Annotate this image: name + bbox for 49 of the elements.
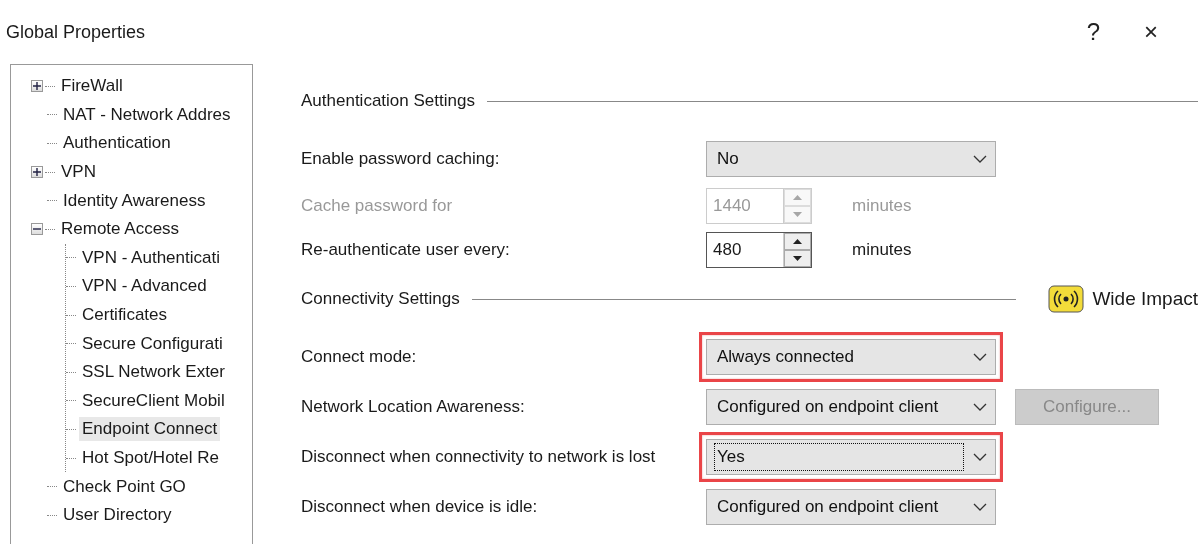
field-label: Connect mode: — [301, 346, 418, 369]
spin-down-button[interactable] — [784, 250, 811, 267]
field-label: Disconnect when connectivity to network is lost — [301, 446, 657, 469]
tree-item[interactable]: Authentication — [60, 131, 174, 156]
tree-folder[interactable]: FireWall — [58, 74, 126, 99]
tree-folder[interactable]: VPN — [58, 160, 99, 185]
tree-item[interactable]: Check Point GO — [60, 474, 189, 499]
unit-label: minutes — [852, 195, 912, 218]
window-title: Global Properties — [6, 20, 146, 44]
field-label: Cache password for — [301, 195, 454, 218]
down-arrow-icon — [793, 256, 802, 261]
tree-item[interactable]: Identity Awareness — [60, 188, 209, 213]
tree-item[interactable]: Hot Spot/Hotel Re — [79, 446, 222, 470]
field-label: Re-authenticate user every: — [301, 239, 511, 262]
tree-item[interactable]: SSL Network Exter — [79, 360, 228, 385]
chevron-icon — [973, 403, 987, 411]
tree-item[interactable]: Certificates — [79, 303, 171, 328]
tree-folder[interactable]: Remote Access — [58, 217, 183, 242]
section-title: Connectivity Settings — [301, 288, 460, 311]
spin-up-button[interactable] — [784, 233, 811, 250]
spinner-field[interactable]: 480 — [706, 232, 812, 268]
tree-item[interactable]: Secure Configurati — [79, 331, 226, 356]
up-arrow-icon — [793, 195, 802, 200]
chevron-icon — [973, 503, 987, 511]
expand-icon[interactable] — [31, 80, 43, 93]
tree-item[interactable]: User Directory — [60, 503, 175, 528]
collapse-icon[interactable] — [31, 223, 43, 236]
down-arrow-icon — [793, 212, 802, 217]
up-arrow-icon — [793, 239, 802, 244]
dropdown[interactable]: Always connected — [699, 332, 1003, 382]
chevron-icon — [973, 453, 987, 461]
unit-label: minutes — [852, 239, 912, 262]
tree-item[interactable]: Endpoint Connect — [79, 417, 221, 442]
tree-item[interactable]: VPN - Advanced — [79, 274, 210, 299]
field-label: Enable password caching: — [301, 148, 501, 171]
tree-item[interactable]: SecureClient Mobil — [79, 388, 228, 413]
broadcast-icon — [1048, 285, 1085, 313]
chevron-icon — [973, 353, 987, 361]
help-button[interactable]: ? — [1076, 14, 1110, 50]
chevron-icon — [973, 155, 987, 163]
field-label: Network Location Awareness: — [301, 396, 526, 419]
section-title: Authentication Settings — [301, 90, 475, 113]
tree-item[interactable]: NAT - Network Addres — [60, 102, 234, 127]
dropdown[interactable]: Yes — [699, 432, 1003, 482]
wide-impact-link[interactable]: Wide Impact — [1092, 284, 1198, 314]
expand-icon[interactable] — [31, 166, 43, 179]
tree-item[interactable]: VPN - Authenticati — [79, 245, 223, 270]
field-label: Disconnect when device is idle: — [301, 496, 539, 519]
close-button[interactable]: × — [1134, 14, 1168, 50]
